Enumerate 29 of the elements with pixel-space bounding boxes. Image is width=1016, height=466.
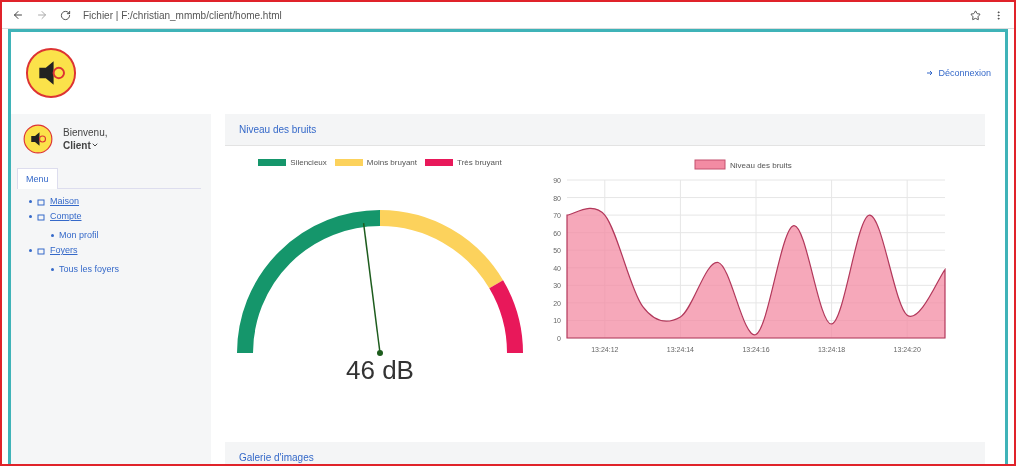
legend-label: Silencieux	[290, 158, 327, 167]
legend-label: Niveau des bruits	[730, 161, 792, 170]
speaker-logo	[23, 124, 53, 154]
bullet-icon	[29, 215, 32, 218]
user-dropdown[interactable]: Client	[63, 140, 108, 151]
legend-label: Très bruyant	[457, 158, 502, 167]
bullet-icon	[51, 234, 54, 237]
speaker-logo	[25, 47, 77, 99]
menu-link[interactable]: Foyers	[50, 244, 78, 257]
menu-link[interactable]: Compte	[50, 210, 82, 223]
star-icon[interactable]	[970, 9, 981, 21]
menu-link[interactable]: Maison	[50, 195, 79, 208]
bullet-icon	[29, 200, 32, 203]
legend-label: Moins bruyant	[366, 158, 418, 167]
back-icon[interactable]	[12, 9, 24, 21]
address-bar[interactable]: Fichier | F:/christian_mmmb/client/home.html	[83, 9, 958, 21]
menu-link[interactable]: Tous les foyers	[59, 263, 120, 276]
greeting-text: Bienvenu,	[63, 127, 108, 138]
card-title: Galerie d'images	[225, 442, 985, 464]
menu-tab[interactable]: Menu	[17, 168, 58, 189]
gauge-reading: 46 dB	[346, 355, 414, 386]
logout-link[interactable]: Déconnexion	[927, 68, 991, 78]
card-title: Niveau des bruits	[225, 114, 985, 146]
bullet-icon	[29, 249, 32, 252]
caret-icon	[90, 141, 99, 149]
reload-icon[interactable]	[60, 9, 71, 21]
menu-link[interactable]: Mon profil	[59, 229, 99, 242]
bullet-icon	[51, 268, 54, 271]
folder-icon	[37, 246, 45, 255]
